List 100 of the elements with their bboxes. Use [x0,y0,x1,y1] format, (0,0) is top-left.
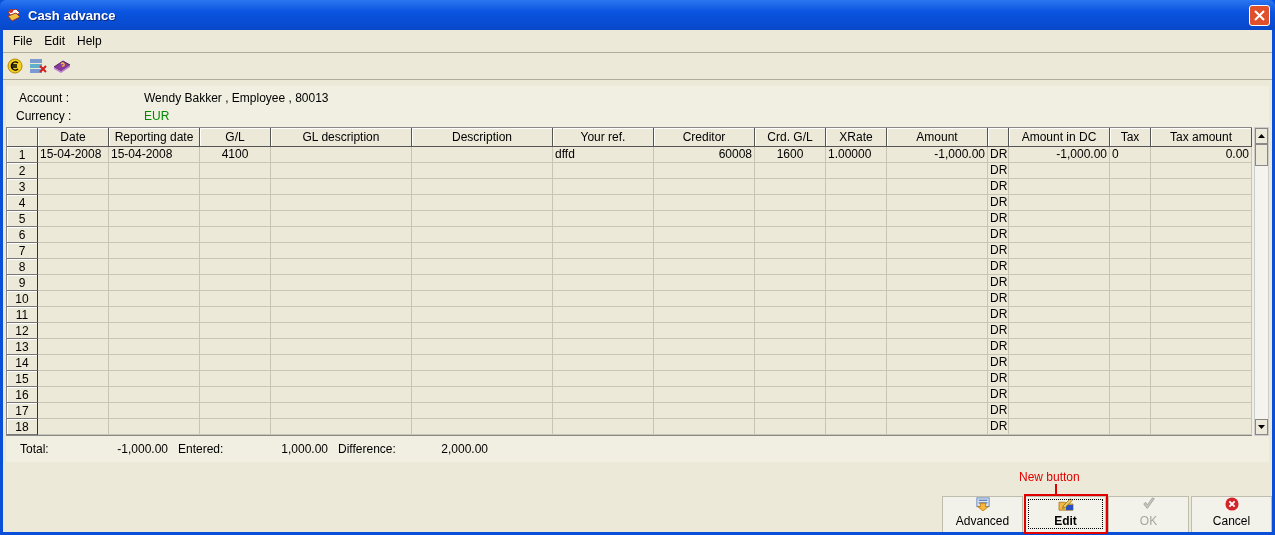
table-cell [200,419,271,435]
table-cell: DR [988,259,1009,275]
list-delete-icon[interactable] [29,58,47,74]
window-title: Cash advance [28,7,117,23]
total-value: 1,000.00 [280,442,328,456]
column-header[interactable]: XRate [826,128,887,147]
table-cell: DR [988,323,1009,339]
table-cell [200,195,271,211]
table-cell [1110,291,1151,307]
table-cell [826,275,887,291]
table-cell [826,307,887,323]
table-cell [1110,323,1151,339]
row-number[interactable]: 3 [7,179,38,195]
table-cell [1110,403,1151,419]
total-value: -1,000.00 [116,442,168,456]
column-header[interactable]: Description [412,128,553,147]
row-number[interactable]: 16 [7,387,38,403]
menu-item[interactable]: Edit [38,34,72,48]
column-header[interactable]: Creditor [654,128,755,147]
table-cell [826,419,887,435]
menu-item[interactable]: Help [71,34,108,48]
table-cell [1110,259,1151,275]
up-arrow-icon[interactable] [1258,134,1265,138]
table-cell [38,195,109,211]
table-cell [826,163,887,179]
table-cell [826,179,887,195]
column-header[interactable]: Amount [887,128,988,147]
table-cell: dffd [553,147,654,163]
pencil-folder-icon [1056,497,1075,511]
table-cell [38,291,109,307]
table-cell [755,419,826,435]
table-cell [38,355,109,371]
row-number[interactable]: 15 [7,371,38,387]
column-header[interactable]: Amount in DC [1009,128,1110,147]
total-label: Total: [20,442,50,456]
table-cell [1110,307,1151,323]
column-header[interactable] [988,128,1009,147]
row-number[interactable]: 6 [7,227,38,243]
table-cell: 15-04-2008 [109,147,200,163]
table-cell [200,371,271,387]
row-number[interactable]: 13 [7,339,38,355]
row-number[interactable]: 4 [7,195,38,211]
row-number[interactable]: 5 [7,211,38,227]
row-number[interactable]: 14 [7,355,38,371]
table-cell: DR [988,339,1009,355]
column-header[interactable]: GL description [271,128,412,147]
table-cell: 0 [1110,147,1151,163]
row-number[interactable]: 8 [7,259,38,275]
table-cell: DR [988,211,1009,227]
column-header[interactable]: Tax [1110,128,1151,147]
table-cell [826,371,887,387]
table-cell [755,339,826,355]
row-number[interactable]: 1 [7,147,38,163]
table-cell [826,387,887,403]
row-number[interactable]: 11 [7,307,38,323]
close-button[interactable] [1249,4,1270,26]
row-number[interactable]: 10 [7,291,38,307]
help-book-icon[interactable] [53,58,71,74]
table-cell [200,403,271,419]
table-cell [1110,275,1151,291]
column-header[interactable]: Your ref. [553,128,654,147]
table-cell [200,307,271,323]
row-number[interactable]: 17 [7,403,38,419]
close-icon [1223,497,1240,511]
row-number[interactable]: 2 [7,163,38,179]
field-label: Currency : [16,109,73,123]
table-cell [1110,227,1151,243]
table-cell: -1,000.00 [887,147,988,163]
checkmark-icon [1140,497,1157,511]
corner-header[interactable] [7,128,38,147]
column-header[interactable]: Tax amount [1151,128,1252,147]
table-cell: DR [988,355,1009,371]
table-cell: DR [988,163,1009,179]
table-cell: DR [988,243,1009,259]
column-header[interactable]: Date [38,128,109,147]
table-cell [38,307,109,323]
table-cell [38,339,109,355]
column-header[interactable]: Reporting date [109,128,200,147]
table-cell [826,211,887,227]
euro-coin-icon[interactable] [7,58,23,74]
table-cell [755,403,826,419]
cancel-button[interactable]: Cancel [1191,496,1272,532]
row-number[interactable]: 12 [7,323,38,339]
table-cell [200,387,271,403]
table-cell: 4100 [200,147,271,163]
advanced-button[interactable]: Advanced [942,496,1023,532]
row-number[interactable]: 9 [7,275,38,291]
down-arrow-icon[interactable] [1258,425,1265,429]
table-cell [200,291,271,307]
table-cell [38,323,109,339]
menu-item[interactable]: File [7,34,39,48]
table-cell [38,387,109,403]
scrollbar[interactable] [1254,127,1269,436]
scroll-thumb[interactable] [1255,144,1268,166]
edit-button[interactable]: Edit [1025,496,1106,532]
row-number[interactable]: 7 [7,243,38,259]
row-number[interactable]: 18 [7,419,38,435]
table-cell [200,323,271,339]
column-header[interactable]: G/L [200,128,271,147]
table-cell [38,227,109,243]
